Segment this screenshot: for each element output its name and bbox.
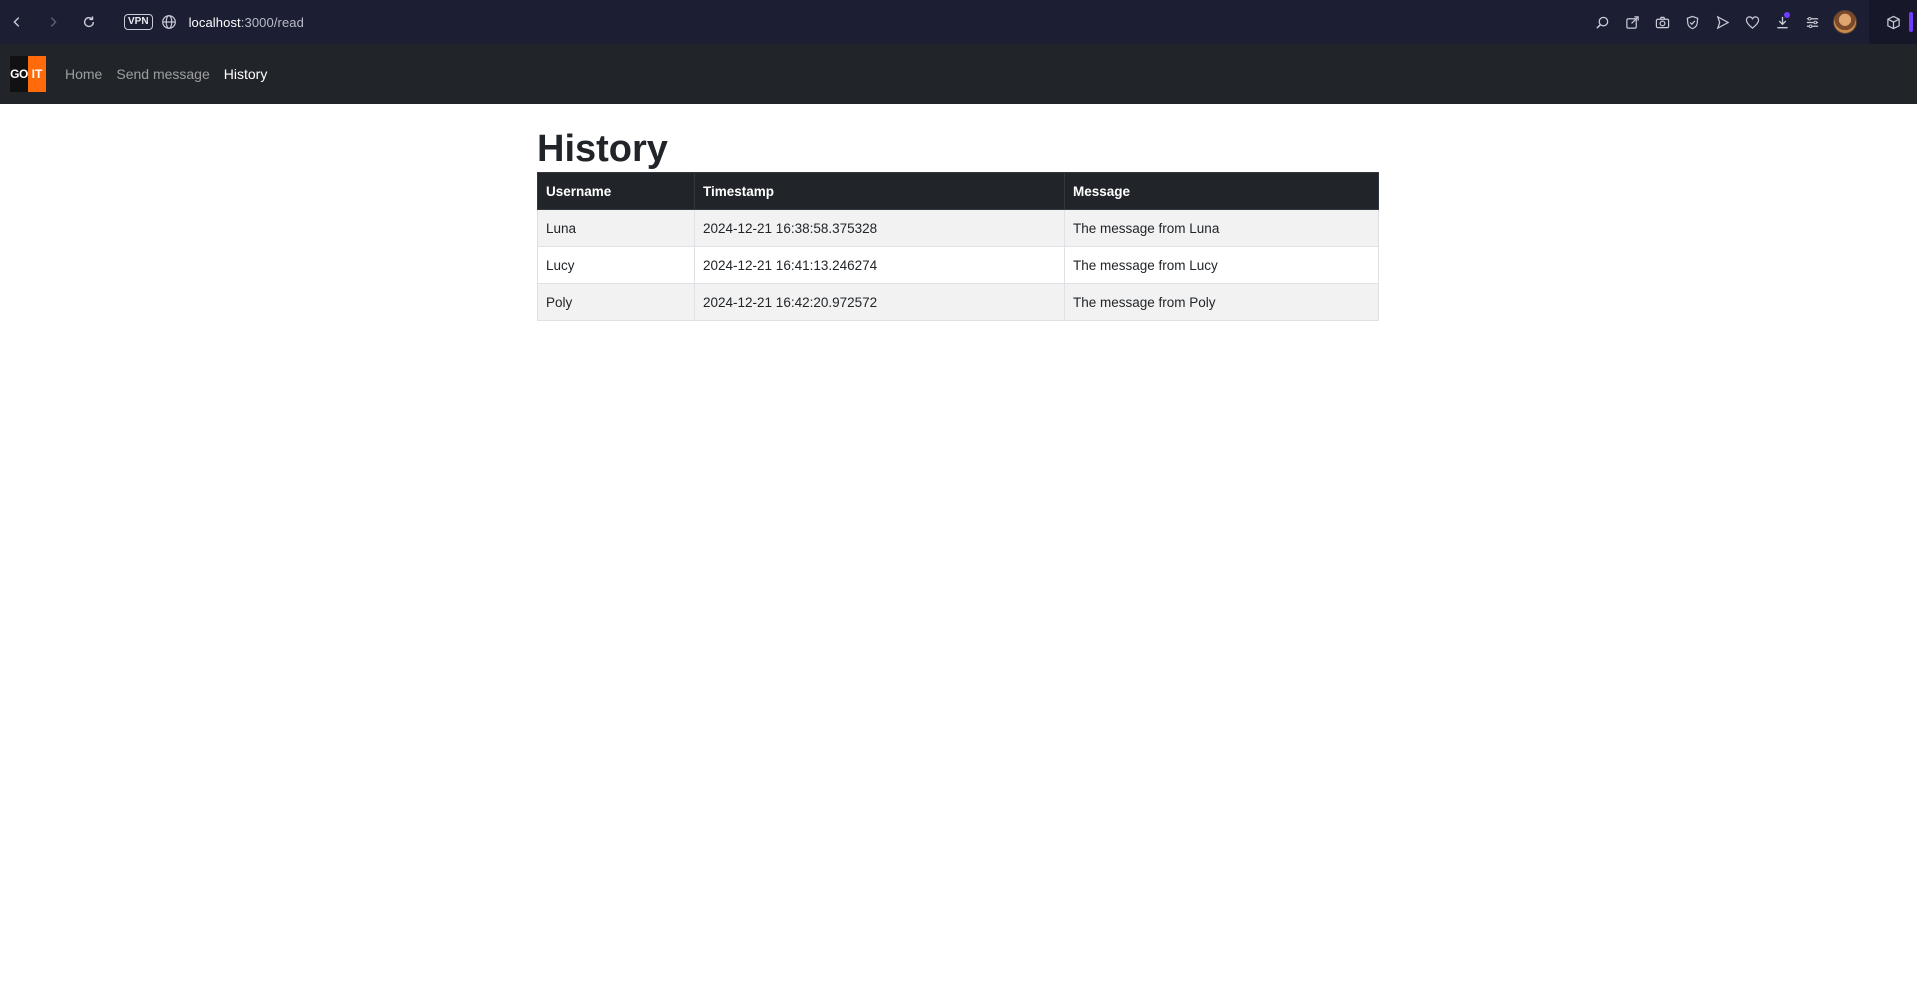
header-timestamp: Timestamp — [694, 172, 1065, 210]
globe-icon[interactable] — [161, 14, 177, 30]
camera-icon[interactable] — [1647, 9, 1677, 35]
cell-timestamp: 2024-12-21 16:38:58.375328 — [694, 209, 1065, 247]
main-content: History Username Timestamp Message Luna … — [537, 104, 1379, 321]
header-message: Message — [1064, 172, 1379, 210]
logo-it-text: IT — [28, 56, 46, 92]
nav-links: Home Send message History — [58, 58, 274, 90]
cell-message: The message from Poly — [1064, 283, 1379, 321]
profile-avatar[interactable] — [1833, 10, 1857, 34]
url-path: :3000/read — [240, 14, 304, 30]
sidebar-panel — [1869, 0, 1917, 44]
cell-timestamp: 2024-12-21 16:42:20.972572 — [694, 283, 1065, 321]
history-table: Username Timestamp Message Luna 2024-12-… — [537, 172, 1379, 321]
vpn-badge[interactable]: VPN — [124, 14, 153, 30]
table-row: Lucy 2024-12-21 16:41:13.246274 The mess… — [537, 246, 1379, 284]
back-icon[interactable] — [4, 9, 30, 35]
table-row: Poly 2024-12-21 16:42:20.972572 The mess… — [537, 283, 1379, 321]
goit-logo[interactable]: GO IT — [10, 56, 46, 92]
table-row: Luna 2024-12-21 16:38:58.375328 The mess… — [537, 209, 1379, 247]
site-navbar: GO IT Home Send message History — [0, 44, 1917, 104]
page-title: History — [537, 128, 668, 170]
share-icon[interactable] — [1617, 9, 1647, 35]
nav-link-send-message[interactable]: Send message — [109, 58, 216, 90]
address-bar[interactable]: localhost:3000/read — [189, 15, 304, 30]
nav-link-home[interactable]: Home — [58, 58, 109, 90]
download-icon[interactable] — [1767, 9, 1797, 35]
download-notification-dot — [1784, 12, 1790, 18]
logo-go-text: GO — [10, 56, 28, 92]
search-icon[interactable] — [1587, 9, 1617, 35]
cell-timestamp: 2024-12-21 16:41:13.246274 — [694, 246, 1065, 284]
shield-icon[interactable] — [1677, 9, 1707, 35]
header-username: Username — [537, 172, 695, 210]
cell-username: Lucy — [537, 246, 695, 284]
menu-icon[interactable] — [1797, 9, 1827, 35]
nav-link-history[interactable]: History — [217, 58, 275, 90]
table-header-row: Username Timestamp Message — [537, 172, 1379, 210]
browser-toolbar: VPN localhost:3000/read — [0, 0, 1917, 44]
cell-message: The message from Lucy — [1064, 246, 1379, 284]
url-host: localhost — [188, 14, 241, 30]
cell-username: Poly — [537, 283, 695, 321]
heart-icon[interactable] — [1737, 9, 1767, 35]
cube-icon[interactable] — [1878, 9, 1908, 35]
send-icon[interactable] — [1707, 9, 1737, 35]
forward-icon[interactable] — [40, 9, 66, 35]
sidebar-accent-bar — [1909, 12, 1913, 32]
cell-username: Luna — [537, 209, 695, 247]
reload-icon[interactable] — [76, 9, 102, 35]
cell-message: The message from Luna — [1064, 209, 1379, 247]
